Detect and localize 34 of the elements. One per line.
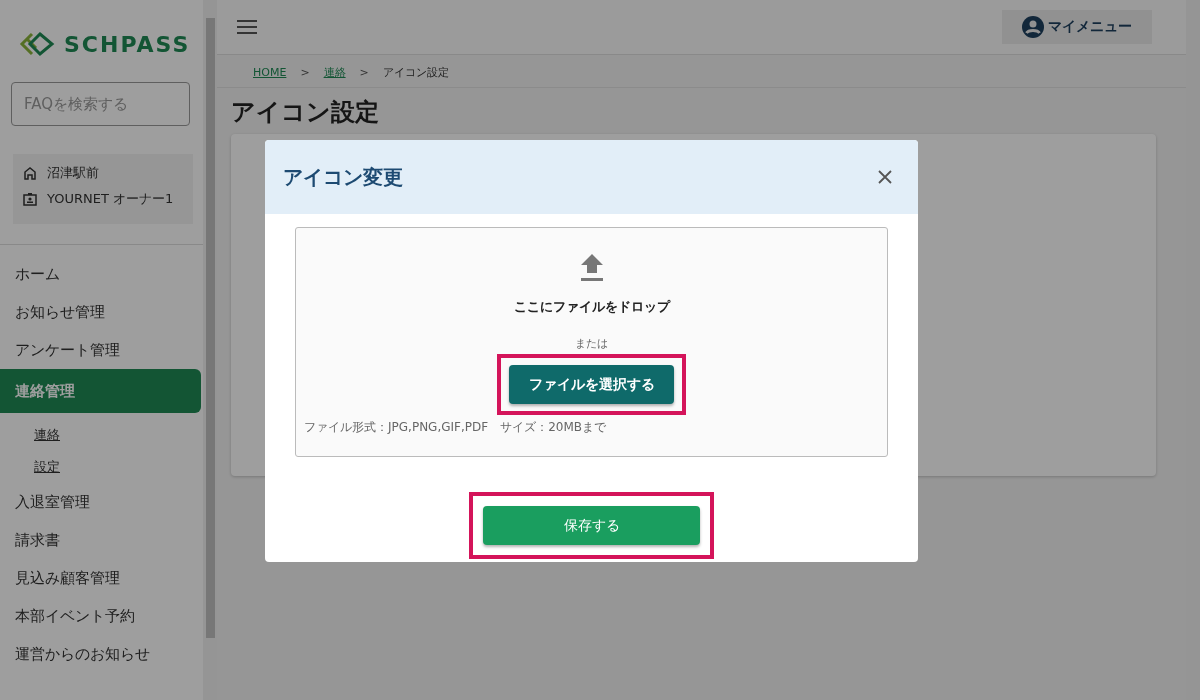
drop-hint: ここにファイルをドロップ: [513, 298, 670, 316]
dialog-title: アイコン変更: [283, 163, 403, 191]
sub-nav-link[interactable]: 設定: [0, 451, 203, 483]
current-page-label: アイコン設定: [382, 64, 449, 80]
menu-icon[interactable]: [237, 20, 257, 34]
nav-item[interactable]: 見込み顧客管理: [0, 559, 201, 597]
my-menu-button[interactable]: マイメニュー: [1002, 10, 1152, 44]
breadcrumb-separator: >: [359, 65, 369, 79]
badge-icon: [23, 192, 37, 206]
search-field[interactable]: FAQを検索する: [11, 82, 190, 126]
breadcrumb-separator: >: [300, 65, 310, 79]
nav-item[interactable]: 請求書: [0, 521, 201, 559]
user-name: YOURNET オーナー1: [47, 190, 174, 208]
nav-item[interactable]: アンケート管理: [0, 331, 201, 369]
nav-item[interactable]: 連絡管理: [0, 369, 201, 413]
nav-item[interactable]: ホーム: [0, 255, 201, 293]
close-button[interactable]: [878, 170, 892, 184]
nav-item[interactable]: 運営からのお知らせ: [0, 635, 201, 673]
user-icon: [1022, 16, 1044, 38]
sub-nav-link[interactable]: 連絡: [0, 419, 203, 451]
nav-item[interactable]: 本部イベント予約: [0, 597, 201, 635]
nav-item[interactable]: お知らせ管理: [0, 293, 201, 331]
or-label: または: [575, 336, 608, 351]
save-button[interactable]: 保存する: [483, 506, 700, 545]
file-format-note: ファイル形式：JPG,PNG,GIF,PDF サイズ：20MBまで: [304, 419, 606, 436]
drop-zone[interactable]: ここにファイルをドロップ または ファイルを選択する ファイル形式：JPG,PNG,GIF,PDF サイズ：20MBまで: [295, 227, 888, 457]
close-icon: [878, 170, 892, 184]
home-icon: [23, 166, 37, 180]
select-file-button[interactable]: ファイルを選択する: [509, 365, 674, 404]
upload-icon: [579, 254, 604, 282]
logo-text: SCHPASS: [64, 31, 191, 57]
nav-item[interactable]: 入退室管理: [0, 483, 201, 521]
page-title: アイコン設定: [231, 97, 380, 128]
school-name: 沼津駅前: [47, 164, 99, 182]
